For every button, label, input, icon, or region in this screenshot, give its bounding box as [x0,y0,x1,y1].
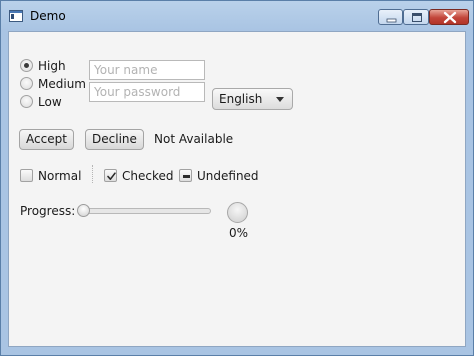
progress-label: Progress: [20,204,76,218]
title-bar[interactable]: Demo [1,1,473,30]
slider-track[interactable] [81,208,211,214]
close-icon [443,11,457,24]
app-window: Demo High Medium Low Your name English A… [0,0,474,356]
maximize-button[interactable] [403,9,429,25]
slider-thumb[interactable] [77,204,90,217]
checkbox-checked[interactable] [104,169,117,182]
window-title: Demo [30,9,66,23]
password-input[interactable] [89,82,205,102]
decline-button[interactable]: Decline [85,129,144,150]
progress-percent: 0% [229,226,249,240]
checkbox-undefined[interactable] [179,169,192,182]
checkbox-undefined-label: Undefined [197,169,259,183]
chevron-down-icon [276,97,284,102]
radio-low-label: Low [38,95,62,109]
checkbox-normal-label: Normal [38,169,82,183]
availability-status: Not Available [154,132,234,146]
radio-medium-label: Medium [38,77,86,91]
accept-button[interactable]: Accept [19,129,74,150]
radio-low[interactable] [20,95,33,108]
app-window-icon [9,10,23,22]
radio-high[interactable] [20,59,33,72]
checkmark-icon [107,172,116,180]
indeterminate-icon [183,175,190,178]
checkbox-normal[interactable] [20,169,33,182]
minimize-icon [386,18,397,23]
separator [92,165,93,183]
name-input[interactable] [89,60,205,80]
content-pane: High Medium Low English Accept Decline N… [8,31,466,347]
radio-high-label: High [38,59,66,73]
language-select[interactable]: English [212,88,293,110]
checkbox-checked-label: Checked [122,169,174,183]
language-select-value: English [219,92,263,106]
minimize-button[interactable] [378,9,403,25]
progress-indicator [227,202,248,223]
maximize-icon [412,13,422,22]
close-button[interactable] [429,9,469,25]
radio-medium[interactable] [20,77,33,90]
